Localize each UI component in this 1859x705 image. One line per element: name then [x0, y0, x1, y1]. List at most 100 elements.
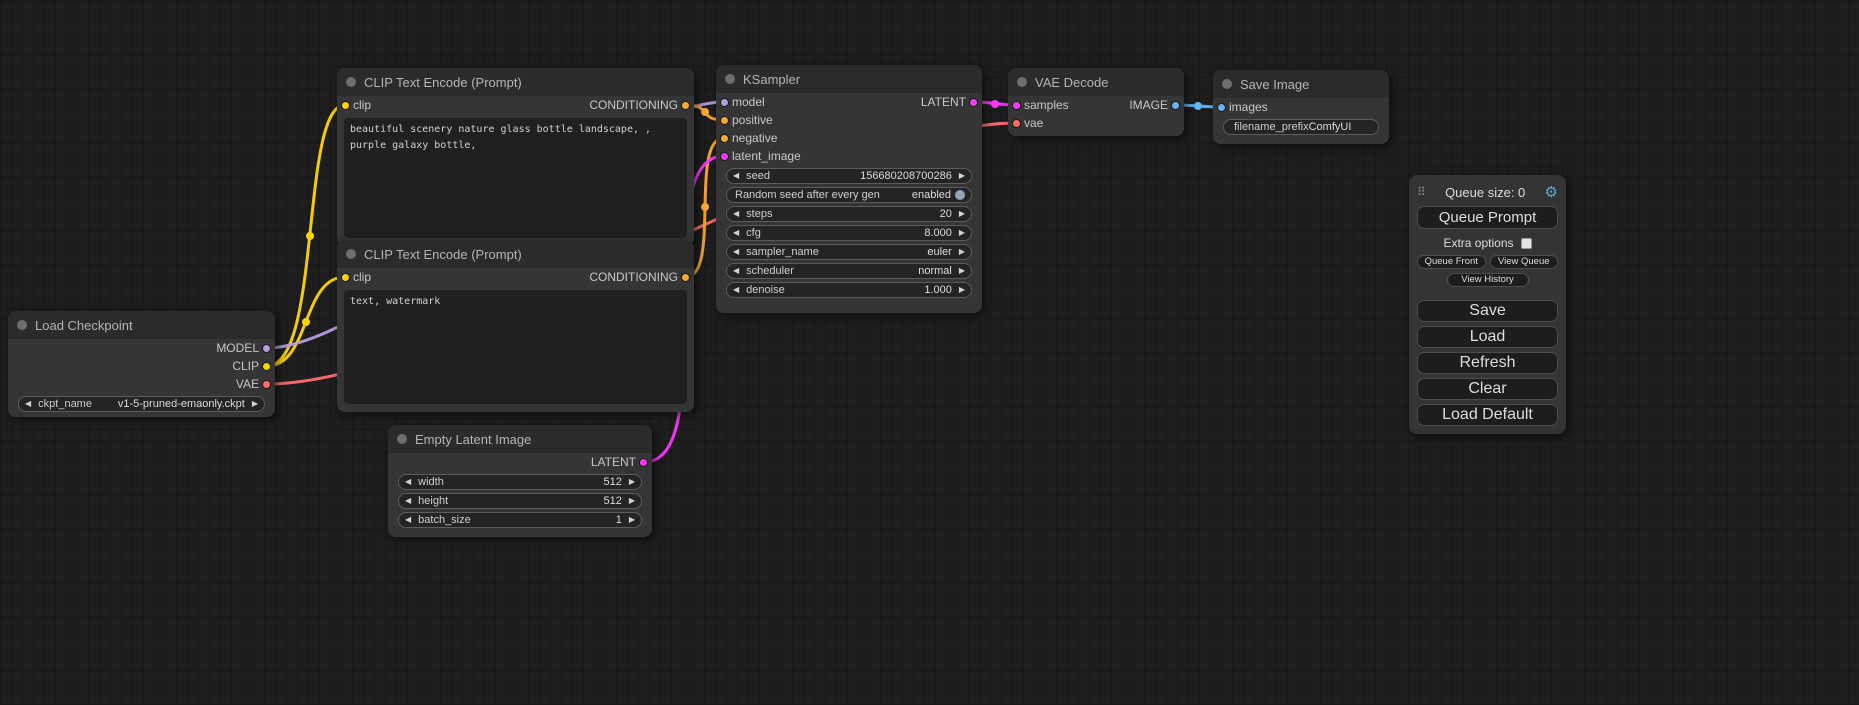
output-port-latent[interactable] [969, 98, 978, 107]
output-label-clip: CLIP [232, 359, 259, 373]
widget-ckpt-name[interactable]: ◀ ckpt_name v1-5-pruned-emaonly.ckpt ▶ [18, 396, 265, 412]
widget-width[interactable]: ◀ width 512 ▶ [398, 474, 642, 490]
toggle-knob-icon[interactable] [955, 190, 965, 200]
queue-prompt-button[interactable]: Queue Prompt [1417, 206, 1558, 229]
node-title-bar[interactable]: Load Checkpoint [8, 311, 275, 339]
collapse-dot-icon[interactable] [1222, 79, 1232, 89]
decrement-arrow-icon[interactable]: ◀ [733, 286, 739, 294]
node-clip-text-encode-positive[interactable]: CLIP Text Encode (Prompt) clip CONDITION… [337, 68, 694, 246]
output-port-vae[interactable] [262, 380, 271, 389]
output-port-conditioning[interactable] [681, 101, 690, 110]
view-queue-button[interactable]: View Queue [1490, 255, 1559, 269]
widget-filename-prefix[interactable]: filename_prefix ComfyUI [1223, 119, 1379, 135]
increment-arrow-icon[interactable]: ▶ [959, 248, 965, 256]
view-history-button[interactable]: View History [1447, 273, 1529, 287]
load-default-button[interactable]: Load Default [1417, 404, 1558, 426]
decrement-arrow-icon[interactable]: ◀ [733, 248, 739, 256]
widget-batch-size[interactable]: ◀ batch_size 1 ▶ [398, 512, 642, 528]
increment-arrow-icon[interactable]: ▶ [629, 478, 635, 486]
increment-arrow-icon[interactable]: ▶ [959, 172, 965, 180]
node-graph-canvas[interactable]: Load Checkpoint MODEL CLIP VAE ◀ ckpt_na… [0, 0, 1859, 705]
widget-scheduler[interactable]: ◀ scheduler normal ▶ [726, 263, 972, 279]
node-title-bar[interactable]: KSampler [716, 65, 982, 93]
node-title-bar[interactable]: Empty Latent Image [388, 425, 652, 453]
input-port-clip[interactable] [341, 273, 350, 282]
node-title-bar[interactable]: CLIP Text Encode (Prompt) [337, 240, 694, 268]
link-midpoint-dot [306, 232, 314, 240]
input-port-positive[interactable] [720, 116, 729, 125]
output-port-latent[interactable] [639, 458, 648, 467]
widget-steps[interactable]: ◀ steps 20 ▶ [726, 206, 972, 222]
decrement-arrow-icon[interactable]: ◀ [733, 267, 739, 275]
collapse-dot-icon[interactable] [725, 74, 735, 84]
extra-options-checkbox[interactable] [1521, 238, 1532, 249]
settings-gear-icon[interactable]: ⚙ [1545, 185, 1558, 200]
node-ksampler[interactable]: KSampler model LATENT positive negative … [716, 65, 982, 313]
node-load-checkpoint[interactable]: Load Checkpoint MODEL CLIP VAE ◀ ckpt_na… [8, 311, 275, 417]
increment-arrow-icon[interactable]: ▶ [629, 516, 635, 524]
increment-arrow-icon[interactable]: ▶ [959, 286, 965, 294]
input-label-latent-image: latent_image [732, 149, 801, 163]
widget-value: euler [927, 246, 951, 258]
output-port-clip[interactable] [262, 362, 271, 371]
node-save-image[interactable]: Save Image images filename_prefix ComfyU… [1213, 70, 1389, 144]
positive-prompt-textarea[interactable]: beautiful scenery nature glass bottle la… [344, 118, 687, 238]
save-button[interactable]: Save [1417, 300, 1558, 322]
negative-prompt-textarea[interactable]: text, watermark [344, 290, 687, 404]
decrement-arrow-icon[interactable]: ◀ [25, 400, 31, 408]
input-port-latent-image[interactable] [720, 152, 729, 161]
refresh-button[interactable]: Refresh [1417, 352, 1558, 374]
widget-height[interactable]: ◀ height 512 ▶ [398, 493, 642, 509]
widget-sampler-name[interactable]: ◀ sampler_name euler ▶ [726, 244, 972, 260]
link-midpoint-dot [701, 203, 709, 211]
increment-arrow-icon[interactable]: ▶ [959, 229, 965, 237]
widget-name: ckpt_name [38, 398, 92, 410]
input-port-samples[interactable] [1012, 101, 1021, 110]
collapse-dot-icon[interactable] [346, 77, 356, 87]
input-label-model: model [732, 95, 765, 109]
input-port-model[interactable] [720, 98, 729, 107]
decrement-arrow-icon[interactable]: ◀ [405, 516, 411, 524]
queue-panel: ⠿ Queue size: 0 ⚙ Queue Prompt Extra opt… [1409, 175, 1566, 434]
output-port-image[interactable] [1171, 101, 1180, 110]
input-port-images[interactable] [1217, 103, 1226, 112]
widget-value: 512 [603, 476, 621, 488]
input-label-clip: clip [353, 98, 371, 112]
increment-arrow-icon[interactable]: ▶ [252, 400, 258, 408]
input-port-negative[interactable] [720, 134, 729, 143]
link-clip-to-positive-prompt[interactable] [267, 105, 345, 366]
clear-button[interactable]: Clear [1417, 378, 1558, 400]
collapse-dot-icon[interactable] [397, 434, 407, 444]
node-empty-latent-image[interactable]: Empty Latent Image LATENT ◀ width 512 ▶ … [388, 425, 652, 537]
node-title-bar[interactable]: Save Image [1213, 70, 1389, 98]
decrement-arrow-icon[interactable]: ◀ [733, 210, 739, 218]
drag-handle-icon[interactable]: ⠿ [1417, 185, 1426, 199]
output-port-conditioning[interactable] [681, 273, 690, 282]
collapse-dot-icon[interactable] [1017, 77, 1027, 87]
input-port-vae[interactable] [1012, 119, 1021, 128]
node-title: CLIP Text Encode (Prompt) [364, 247, 522, 262]
output-port-model[interactable] [262, 344, 271, 353]
decrement-arrow-icon[interactable]: ◀ [405, 497, 411, 505]
widget-seed[interactable]: ◀ seed 156680208700286 ▶ [726, 168, 972, 184]
decrement-arrow-icon[interactable]: ◀ [733, 172, 739, 180]
node-title-bar[interactable]: CLIP Text Encode (Prompt) [337, 68, 694, 96]
queue-front-button[interactable]: Queue Front [1417, 255, 1486, 269]
widget-random-seed-toggle[interactable]: Random seed after every gen enabled [726, 187, 972, 203]
node-title-bar[interactable]: VAE Decode [1008, 68, 1184, 96]
collapse-dot-icon[interactable] [17, 320, 27, 330]
increment-arrow-icon[interactable]: ▶ [959, 267, 965, 275]
widget-denoise[interactable]: ◀ denoise 1.000 ▶ [726, 282, 972, 298]
node-clip-text-encode-negative[interactable]: CLIP Text Encode (Prompt) clip CONDITION… [337, 240, 694, 412]
input-port-clip[interactable] [341, 101, 350, 110]
decrement-arrow-icon[interactable]: ◀ [405, 478, 411, 486]
link-midpoint-dot [701, 108, 709, 116]
increment-arrow-icon[interactable]: ▶ [629, 497, 635, 505]
decrement-arrow-icon[interactable]: ◀ [733, 229, 739, 237]
node-vae-decode[interactable]: VAE Decode samples IMAGE vae [1008, 68, 1184, 136]
increment-arrow-icon[interactable]: ▶ [959, 210, 965, 218]
node-title: Save Image [1240, 77, 1309, 92]
load-button[interactable]: Load [1417, 326, 1558, 348]
widget-cfg[interactable]: ◀ cfg 8.000 ▶ [726, 225, 972, 241]
collapse-dot-icon[interactable] [346, 249, 356, 259]
